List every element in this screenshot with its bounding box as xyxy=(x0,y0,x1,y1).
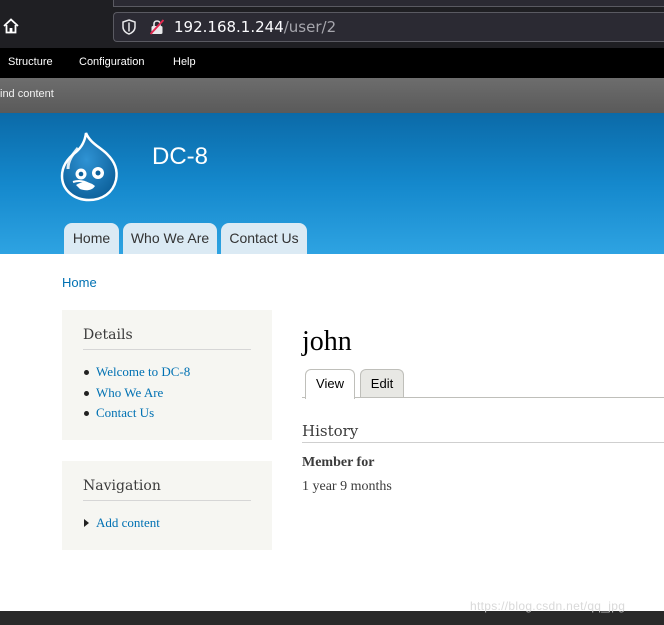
watermark-text: https://blog.csdn.net/qq_jpg xyxy=(470,599,626,613)
bullet-icon xyxy=(84,410,89,416)
find-content-link[interactable]: ind content xyxy=(0,88,54,100)
details-item-contact-us: Contact Us xyxy=(84,405,154,421)
navigation-block-divider xyxy=(83,500,251,501)
navigation-block-title: Navigation xyxy=(83,478,161,494)
url-path: /user/2 xyxy=(283,18,337,36)
tab-edit[interactable]: Edit xyxy=(360,369,404,398)
browser-toolbar: 192.168.1.244/user/2 xyxy=(0,0,664,48)
admin-secondary-toolbar: ind content xyxy=(0,78,664,113)
home-icon[interactable] xyxy=(2,17,20,35)
page-title: john xyxy=(302,326,352,357)
shield-icon[interactable] xyxy=(122,19,136,35)
admin-configuration-link[interactable]: Configuration xyxy=(79,56,144,68)
main-menu-who-we-are[interactable]: Who We Are xyxy=(123,223,217,254)
main-menu-home[interactable]: Home xyxy=(64,223,119,254)
main-menu-contact-us[interactable]: Contact Us xyxy=(221,223,307,254)
admin-structure-link[interactable]: Structure xyxy=(8,56,53,68)
details-block-divider xyxy=(83,349,251,350)
drupal-logo[interactable] xyxy=(59,128,121,202)
address-bar[interactable]: 192.168.1.244/user/2 xyxy=(113,12,664,42)
details-block: Details Welcome to DC-8 Who We Are Conta… xyxy=(62,310,272,440)
insecure-lock-icon[interactable] xyxy=(149,19,165,35)
tabs-divider xyxy=(302,397,664,398)
url-host: 192.168.1.244 xyxy=(174,18,284,36)
details-block-title: Details xyxy=(83,327,133,343)
collapsed-triangle-icon xyxy=(84,519,89,528)
details-link-welcome[interactable]: Welcome to DC-8 xyxy=(96,364,190,379)
site-name[interactable]: DC-8 xyxy=(152,143,208,171)
history-section-title: History xyxy=(302,422,359,440)
history-divider xyxy=(302,442,664,443)
active-tab-gap xyxy=(306,397,354,398)
details-item-who-we-are: Who We Are xyxy=(84,385,163,401)
breadcrumb-home[interactable]: Home xyxy=(62,275,97,290)
navigation-block: Navigation Add content xyxy=(62,461,272,550)
details-item-welcome: Welcome to DC-8 xyxy=(84,364,190,380)
admin-help-link[interactable]: Help xyxy=(173,56,196,68)
navigation-item-add-content: Add content xyxy=(84,515,160,531)
active-tab-edge xyxy=(113,0,664,7)
navigation-link-add-content[interactable]: Add content xyxy=(96,515,160,530)
url-text[interactable]: 192.168.1.244/user/2 xyxy=(174,18,336,36)
tab-view[interactable]: View xyxy=(305,369,355,399)
details-link-contact-us[interactable]: Contact Us xyxy=(96,405,154,420)
member-for-label: Member for xyxy=(302,455,375,470)
admin-toolbar: Structure Configuration Help xyxy=(0,48,664,78)
member-for-value: 1 year 9 months xyxy=(302,479,392,494)
details-link-who-we-are[interactable]: Who We Are xyxy=(96,385,163,400)
footer-bar xyxy=(0,611,664,625)
bullet-icon xyxy=(84,369,89,375)
site-header: DC-8 Home Who We Are Contact Us xyxy=(0,113,664,254)
bullet-icon xyxy=(84,390,89,396)
